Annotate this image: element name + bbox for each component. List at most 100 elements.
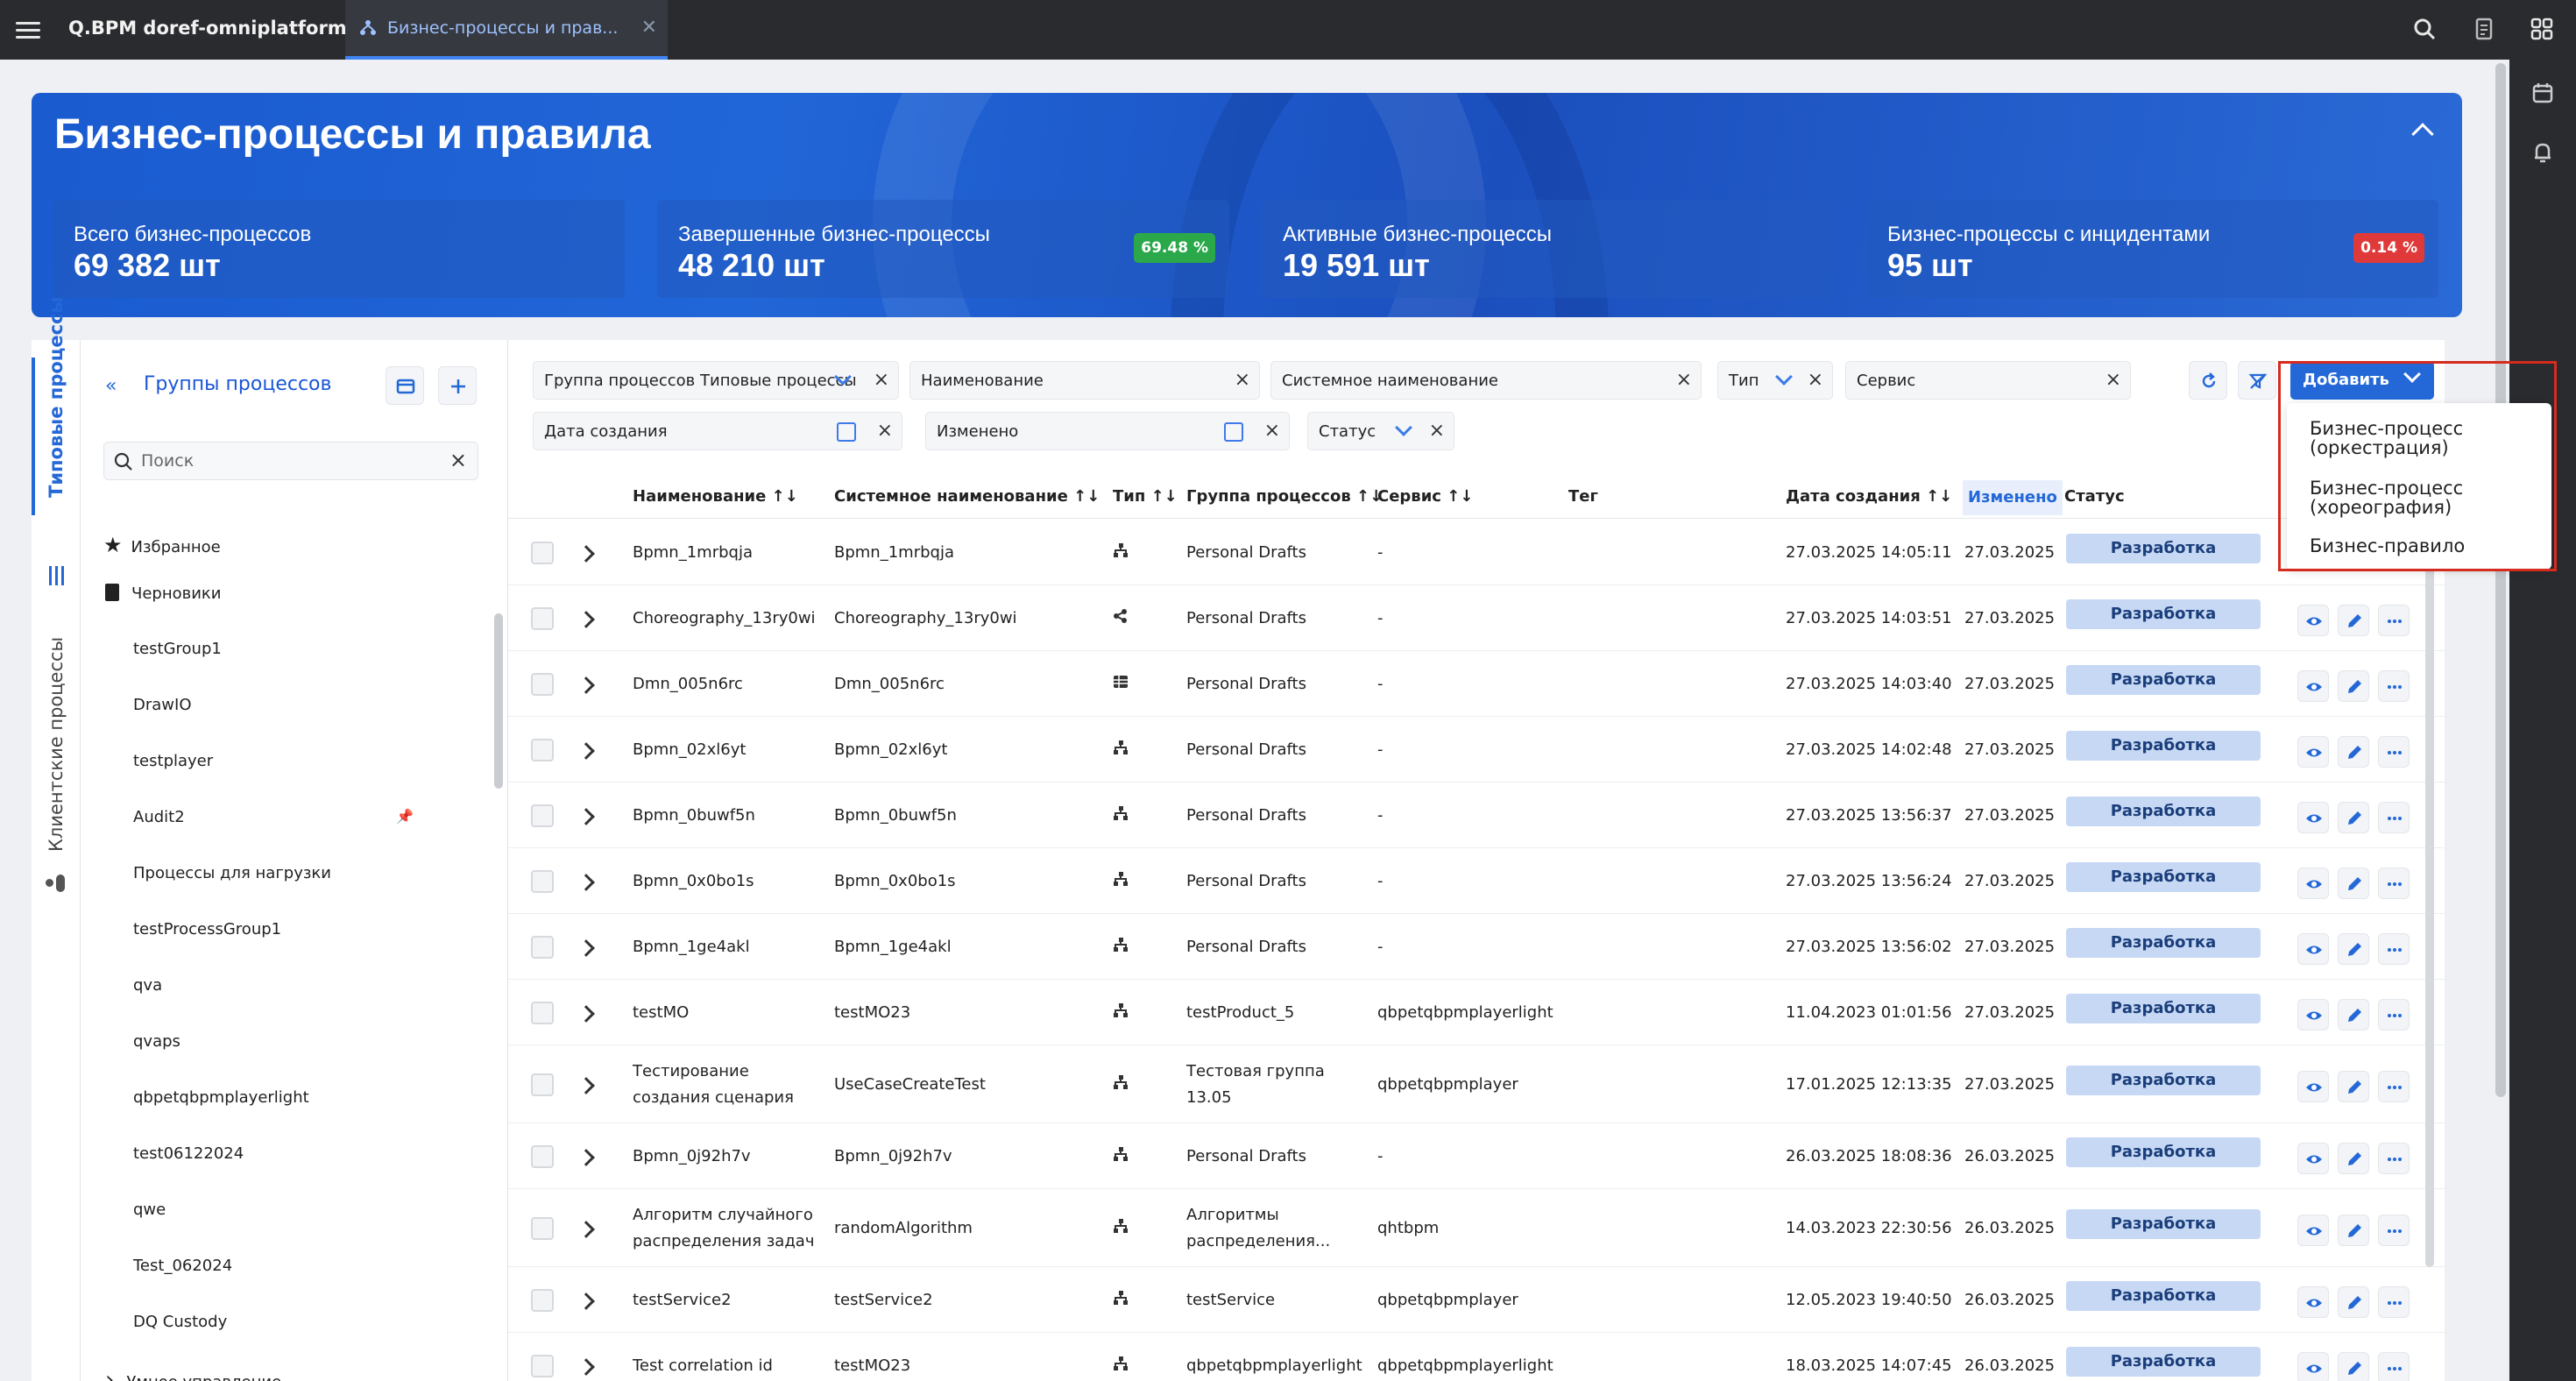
clear-filters-button[interactable] xyxy=(2238,361,2276,400)
row-checkbox[interactable] xyxy=(531,1289,554,1312)
groups-scrollbar[interactable] xyxy=(494,613,503,789)
table-row[interactable]: testMO testMO23 testProduct_5 qbpetqbpmplay… xyxy=(508,981,2445,1045)
row-checkbox[interactable] xyxy=(531,673,554,696)
group-item[interactable]: test06122024 xyxy=(133,1144,244,1163)
table-row[interactable]: Test correlation id testMO23 qbpetqbpmplay… xyxy=(508,1334,2445,1381)
chevron-right-icon[interactable]: › xyxy=(105,1367,114,1381)
row-checkbox[interactable] xyxy=(531,804,554,827)
tab-business-processes[interactable]: Бизнес-процессы и прав... ✕ xyxy=(345,0,668,60)
group-item[interactable]: testGroup1 xyxy=(133,640,222,658)
view-button[interactable] xyxy=(2297,1071,2329,1102)
row-checkbox[interactable] xyxy=(531,1073,554,1096)
edit-button[interactable] xyxy=(2338,1286,2369,1318)
expand-row-icon[interactable] xyxy=(577,1221,595,1238)
collapse-panel-icon[interactable]: « xyxy=(105,375,117,397)
search-icon[interactable] xyxy=(2411,16,2438,42)
page-scrollbar[interactable] xyxy=(2495,63,2506,1097)
clear-filter-icon[interactable]: × xyxy=(1429,420,1445,442)
table-row[interactable]: Bpmn_0x0bo1s Bpmn_0x0bo1s Personal Drafts -… xyxy=(508,849,2445,914)
row-checkbox[interactable] xyxy=(531,1002,554,1024)
group-item[interactable]: testplayer xyxy=(133,752,213,770)
group-item[interactable]: ★ Избранное xyxy=(103,533,221,557)
bell-icon[interactable] xyxy=(2530,140,2555,165)
table-row[interactable]: Bpmn_1mrbqja Bpmn_1mrbqja Personal Drafts -… xyxy=(508,521,2445,585)
calendar-icon[interactable] xyxy=(837,422,856,442)
edit-button[interactable] xyxy=(2338,868,2369,899)
toggle-icon[interactable] xyxy=(46,873,67,894)
filter-changed[interactable]: Изменено × xyxy=(925,412,1290,450)
expand-row-icon[interactable] xyxy=(577,1005,595,1023)
menu-item-choreography[interactable]: Бизнес-процесс (хореография) xyxy=(2310,478,2463,517)
tab-client-processes[interactable]: Клиентские процессы xyxy=(46,637,67,852)
filter-type[interactable]: Тип × xyxy=(1717,361,1833,400)
group-item[interactable]: DQ Custody xyxy=(133,1313,227,1331)
more-button[interactable] xyxy=(2378,999,2410,1030)
filter-created[interactable]: Дата создания × xyxy=(533,412,902,450)
group-item[interactable]: qbpetqbpmplayerlight xyxy=(133,1088,309,1107)
group-item[interactable]: testProcessGroup1 xyxy=(133,920,281,938)
more-button[interactable] xyxy=(2378,736,2410,768)
clear-filter-icon[interactable]: × xyxy=(877,420,893,442)
more-button[interactable] xyxy=(2378,1143,2410,1174)
table-row[interactable]: Алгоритм случайного распределения задач ra… xyxy=(508,1190,2445,1267)
row-checkbox[interactable] xyxy=(531,936,554,959)
document-icon[interactable] xyxy=(2471,16,2497,42)
group-item[interactable]: qvaps xyxy=(133,1032,180,1051)
table-scrollbar[interactable] xyxy=(2425,522,2434,1267)
edit-button[interactable] xyxy=(2338,1071,2369,1102)
clear-filter-icon[interactable]: × xyxy=(1808,369,1823,391)
clear-filter-icon[interactable]: × xyxy=(2105,369,2121,391)
table-row[interactable]: Choreography_13ry0wi Choreography_13ry0wi… xyxy=(508,586,2445,651)
table-row[interactable]: Dmn_005n6rc Dmn_005n6rc Personal Drafts - 27… xyxy=(508,652,2445,717)
group-item[interactable]: DrawIO xyxy=(133,696,192,714)
tab-typical-processes[interactable]: Типовые процессы xyxy=(46,297,67,498)
expand-row-icon[interactable] xyxy=(577,611,595,628)
add-group-button[interactable] xyxy=(438,366,477,405)
more-button[interactable] xyxy=(2378,933,2410,965)
filter-group[interactable]: Группа процессов Типовые процессы × xyxy=(533,361,899,400)
chevron-down-icon[interactable] xyxy=(1775,368,1793,386)
view-button[interactable] xyxy=(2297,999,2329,1030)
edit-button[interactable] xyxy=(2338,1352,2369,1381)
expand-row-icon[interactable] xyxy=(577,1292,595,1310)
table-row[interactable]: Bpmn_1ge4akl Bpmn_1ge4akl Personal Drafts -… xyxy=(508,915,2445,980)
edit-button[interactable] xyxy=(2338,933,2369,965)
clear-search-icon[interactable]: × xyxy=(449,448,467,472)
col-name[interactable]: Наименование ↑↓ xyxy=(633,487,798,506)
row-checkbox[interactable] xyxy=(531,1355,554,1377)
view-button[interactable] xyxy=(2297,1143,2329,1174)
view-button[interactable] xyxy=(2297,933,2329,965)
menu-icon[interactable] xyxy=(16,18,40,42)
table-row[interactable]: Bpmn_02xl6yt Bpmn_02xl6yt Personal Drafts -… xyxy=(508,718,2445,783)
more-button[interactable] xyxy=(2378,1071,2410,1102)
edit-button[interactable] xyxy=(2338,1143,2369,1174)
row-checkbox[interactable] xyxy=(531,1145,554,1168)
expand-row-icon[interactable] xyxy=(577,676,595,694)
calendar-icon[interactable] xyxy=(1224,422,1243,442)
more-button[interactable] xyxy=(2378,802,2410,833)
calendar-icon[interactable] xyxy=(2530,81,2555,105)
col-changed[interactable]: Изменено xyxy=(1963,480,2063,515)
group-item[interactable]: Audit2 📌 xyxy=(133,808,414,826)
menu-item-rule[interactable]: Бизнес-правило xyxy=(2310,536,2465,556)
view-button[interactable] xyxy=(2297,1286,2329,1318)
filter-name[interactable]: Наименование × xyxy=(909,361,1260,400)
edit-button[interactable] xyxy=(2338,802,2369,833)
table-row[interactable]: testService2 testService2 testService qbpet… xyxy=(508,1268,2445,1333)
more-button[interactable] xyxy=(2378,1215,2410,1246)
col-system-name[interactable]: Системное наименование ↑↓ xyxy=(834,487,1100,506)
menu-item-orchestration[interactable]: Бизнес-процесс (оркестрация) xyxy=(2310,419,2463,457)
refresh-button[interactable] xyxy=(2189,361,2227,400)
view-button[interactable] xyxy=(2297,670,2329,702)
table-row[interactable]: Bpmn_0j92h7v Bpmn_0j92h7v Personal Drafts -… xyxy=(508,1124,2445,1189)
more-button[interactable] xyxy=(2378,1352,2410,1381)
view-button[interactable] xyxy=(2297,868,2329,899)
group-item[interactable]: Test_062024 xyxy=(133,1257,232,1275)
filter-status[interactable]: Статус × xyxy=(1307,412,1454,450)
more-button[interactable] xyxy=(2378,1286,2410,1318)
group-item[interactable]: › Умное управление xyxy=(105,1367,281,1381)
clear-filter-icon[interactable]: × xyxy=(1235,369,1250,391)
row-checkbox[interactable] xyxy=(531,607,554,630)
filter-service[interactable]: Сервис × xyxy=(1845,361,2131,400)
chevron-down-icon[interactable] xyxy=(1395,419,1412,436)
